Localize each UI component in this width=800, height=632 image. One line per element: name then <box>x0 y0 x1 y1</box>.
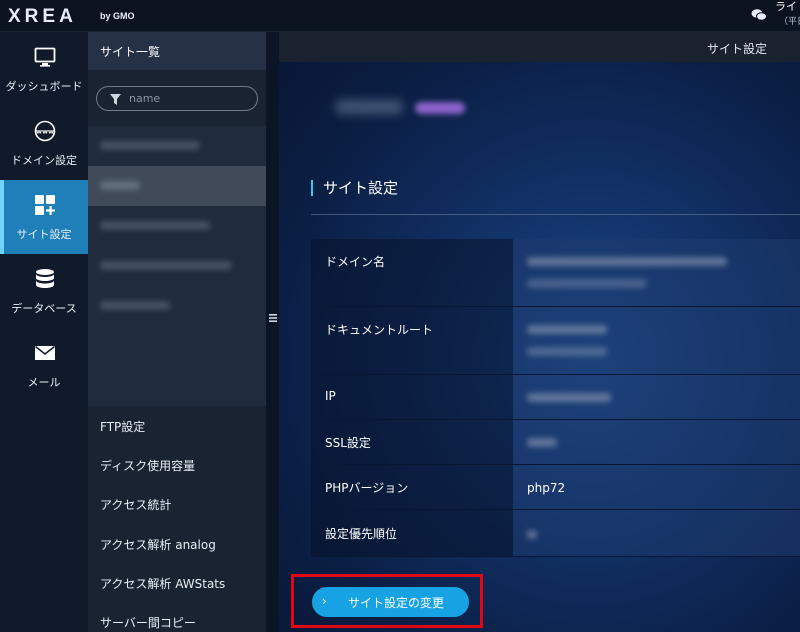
database-icon <box>36 269 54 288</box>
breadcrumb: サイト設定 <box>707 42 768 56</box>
menu-access-stats[interactable]: アクセス統計 <box>100 496 171 513</box>
menu-analog[interactable]: アクセス解析 analog <box>100 536 216 553</box>
primary-nav: ダッシュボード www ドメイン設定 サイト設定 データベース メール <box>0 32 88 632</box>
www-globe-icon: www <box>34 120 56 142</box>
chat-bubble-icon <box>751 9 767 21</box>
row-value <box>513 510 800 557</box>
menu-awstats[interactable]: アクセス解析 AWStats <box>100 575 225 592</box>
table-row: 設定優先順位 <box>311 510 800 557</box>
nav-label: サイト設定 <box>16 228 72 241</box>
monitor-icon <box>34 47 56 67</box>
row-value <box>513 239 800 307</box>
table-row: PHPバージョン php72 <box>311 465 800 510</box>
site-list-item[interactable] <box>88 246 266 286</box>
nav-label: データベース <box>11 302 77 315</box>
nav-label: ドメイン設定 <box>11 154 77 167</box>
grid-plus-icon <box>35 195 55 215</box>
site-name-redacted <box>335 100 403 114</box>
site-list-panel: サイト一覧 FTP設定 ディスク使用容量 アクセス統計 アクセス解析 analo… <box>88 32 266 632</box>
nav-label: ダッシュボード <box>5 80 83 93</box>
row-key: ドメイン名 <box>325 255 386 269</box>
menu-disk-usage[interactable]: ディスク使用容量 <box>100 457 195 474</box>
chevron-right-icon: › <box>322 594 327 608</box>
nav-item-mail[interactable]: メール <box>0 328 88 402</box>
row-key: SSL設定 <box>325 436 371 450</box>
site-list-title: サイト一覧 <box>88 32 266 70</box>
table-row: ドキュメントルート <box>311 307 800 375</box>
site-list-item[interactable] <box>88 206 266 246</box>
table-row: SSL設定 <box>311 420 800 465</box>
logo-byline: by GMO <box>100 11 135 21</box>
row-key: IP <box>325 389 336 403</box>
nav-item-domain[interactable]: www ドメイン設定 <box>0 106 88 180</box>
table-row: IP <box>311 375 800 420</box>
nav-item-database[interactable]: データベース <box>0 254 88 328</box>
row-key: ドキュメントルート <box>325 323 434 337</box>
change-site-settings-button[interactable]: › サイト設定の変更 <box>312 587 469 617</box>
xrea-logo[interactable]: XREA <box>8 6 77 28</box>
main-header: サイト設定 <box>279 32 800 62</box>
row-value <box>513 375 800 420</box>
nav-item-dashboard[interactable]: ダッシュボード <box>0 32 88 106</box>
nav-label: メール <box>27 376 61 389</box>
site-search[interactable] <box>96 86 258 111</box>
site-search-input[interactable] <box>129 90 249 107</box>
svg-text:www: www <box>36 128 54 136</box>
site-list-item-selected[interactable] <box>88 166 266 206</box>
menu-server-copy[interactable]: サーバー間コピー <box>100 614 196 631</box>
site-list-item[interactable] <box>88 126 266 166</box>
site-list <box>88 126 266 406</box>
status-badge <box>415 102 465 114</box>
filter-icon <box>110 94 121 105</box>
top-bar: XREA by GMO ライ （平日 <box>0 0 800 32</box>
divider <box>311 214 800 215</box>
nav-item-site-settings[interactable]: サイト設定 <box>0 180 88 254</box>
php-version-value: php72 <box>527 481 566 495</box>
table-row: ドメイン名 <box>311 239 800 307</box>
row-value <box>513 307 800 375</box>
row-key: PHPバージョン <box>325 481 409 495</box>
site-list-item[interactable] <box>88 286 266 326</box>
panel-resize-handle-icon[interactable] <box>268 312 278 324</box>
envelope-icon <box>35 345 55 360</box>
section-title: サイト設定 <box>311 180 398 196</box>
row-value <box>513 420 800 465</box>
support-contact[interactable]: ライ （平日 <box>748 0 800 32</box>
button-label: サイト設定の変更 <box>348 596 445 610</box>
main-content: サイト設定 サイト設定 ドメイン名 ドキュメントルート IP SSL設定 PHP… <box>279 32 800 632</box>
row-key: 設定優先順位 <box>325 527 398 541</box>
menu-ftp-settings[interactable]: FTP設定 <box>100 418 145 435</box>
support-hours: （平日 <box>779 17 800 27</box>
support-label: ライ <box>775 0 797 13</box>
